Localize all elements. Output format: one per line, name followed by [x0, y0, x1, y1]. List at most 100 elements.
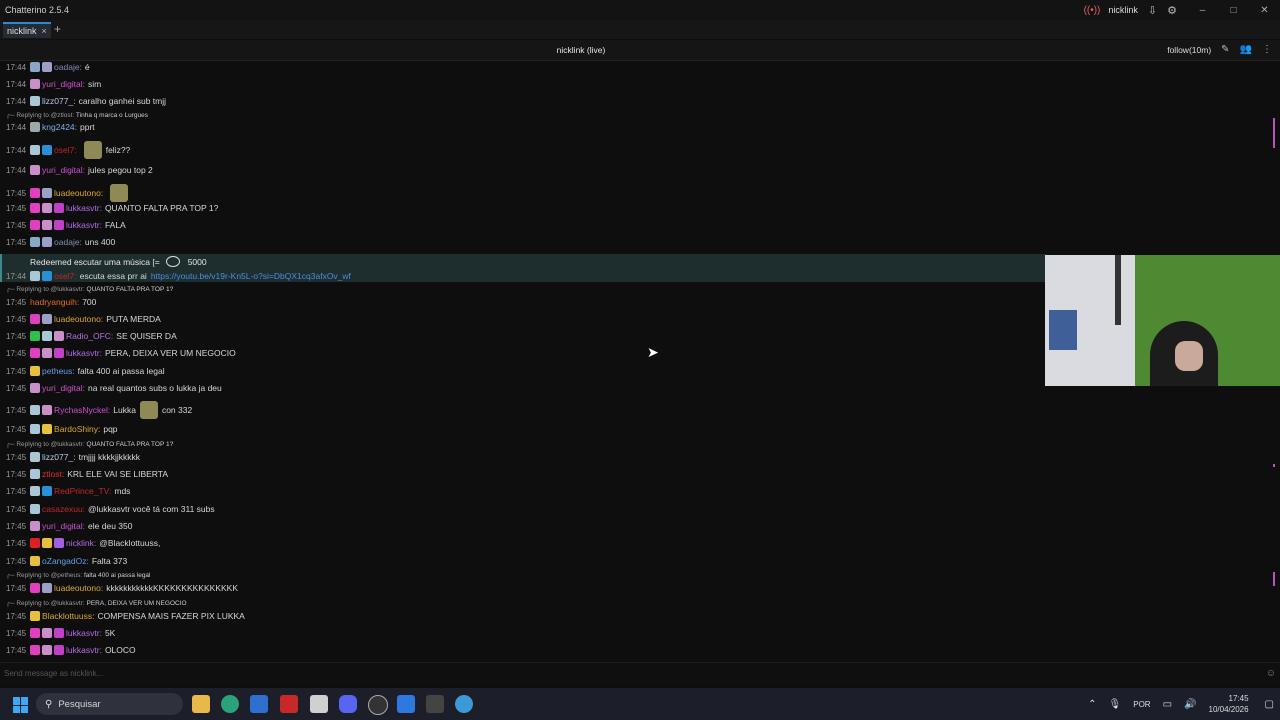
chat-message[interactable]: 17:45 yuri_digital: na real quantos subs o…: [6, 381, 222, 395]
stream-preview[interactable]: [1045, 255, 1280, 386]
edge-browser-icon[interactable]: [221, 695, 239, 713]
user-badge-icon[interactable]: [30, 237, 41, 247]
username[interactable]: yuri_digital:: [42, 165, 85, 175]
user-badge-icon[interactable]: [42, 583, 53, 593]
app-icon-5[interactable]: [310, 695, 328, 713]
username[interactable]: luadeoutono:: [54, 314, 103, 324]
user-badge-icon[interactable]: [30, 366, 41, 376]
file-explorer-icon[interactable]: [192, 695, 210, 713]
discord-icon[interactable]: [339, 695, 357, 713]
user-badge-icon[interactable]: [30, 314, 41, 324]
username[interactable]: yuri_digital:: [42, 521, 85, 531]
user-badge-icon[interactable]: [30, 62, 41, 72]
network-icon[interactable]: ▭: [1163, 699, 1172, 710]
username[interactable]: RedPrince_TV:: [54, 486, 111, 496]
username[interactable]: oZangadOz:: [42, 556, 89, 566]
username[interactable]: luadeoutono:: [54, 188, 103, 198]
user-badge-icon[interactable]: [30, 188, 41, 198]
username[interactable]: casazexuu:: [42, 504, 85, 514]
app-icon-8[interactable]: [397, 695, 415, 713]
user-badge-icon[interactable]: [30, 521, 41, 531]
tab-nicklink[interactable]: nicklink ×: [3, 22, 51, 38]
add-tab-button[interactable]: +: [54, 22, 61, 36]
emoji-icon[interactable]: ☺: [1266, 668, 1276, 679]
settings-gear-icon[interactable]: ⚙: [1167, 4, 1177, 17]
user-badge-icon[interactable]: [30, 424, 41, 434]
app-icon-3[interactable]: [250, 695, 268, 713]
chat-message[interactable]: 17:45 ztlost: KRL ELE VAI SE LIBERTA: [6, 467, 168, 481]
chat-message[interactable]: 17:44 oadaje: é: [6, 60, 90, 74]
user-badge-icon[interactable]: [42, 538, 53, 548]
emote-icon[interactable]: [139, 401, 158, 419]
username[interactable]: petheus:: [42, 366, 75, 376]
username[interactable]: lukkasvtr:: [66, 220, 102, 230]
username[interactable]: osel7:: [54, 271, 77, 281]
chevron-up-icon[interactable]: ⌃: [1088, 699, 1096, 710]
user-badge-icon[interactable]: [30, 504, 41, 514]
edit-icon[interactable]: ✎: [1221, 44, 1229, 55]
username[interactable]: RychasNyckel:: [54, 405, 110, 415]
chat-message[interactable]: 17:45 BardoShiny: pqp: [6, 422, 118, 436]
username[interactable]: luadeoutono:: [54, 583, 103, 593]
username[interactable]: hadryanguih:: [30, 297, 79, 307]
viewers-icon[interactable]: 👥: [1240, 44, 1252, 55]
chat-message[interactable]: 17:44 osel7: feliz??: [6, 140, 130, 160]
user-badge-icon[interactable]: [42, 424, 53, 434]
user-badge-icon[interactable]: [42, 628, 53, 638]
user-badge-icon[interactable]: [42, 331, 53, 341]
reply-context[interactable]: ╭─ Replying to @lukkasvtr: PERA, DEIXA V…: [6, 599, 187, 609]
username[interactable]: osel7:: [54, 145, 77, 155]
chat-message[interactable]: 17:44 yuri_digital: jules pegou top 2: [6, 163, 153, 177]
user-badge-icon[interactable]: [30, 165, 41, 175]
username[interactable]: lukkasvtr:: [66, 645, 102, 655]
chat-message[interactable]: 17:45 lukkasvtr: 5K: [6, 626, 115, 640]
chat-message[interactable]: 17:44 lizz077_: caralho ganhei sub tmjj: [6, 94, 166, 108]
user-badge-icon[interactable]: [54, 203, 65, 213]
chat-message[interactable]: 17:44 kng2424: pprt: [6, 120, 95, 134]
user-badge-icon[interactable]: [30, 556, 41, 566]
chat-message[interactable]: 17:45 luadeoutono: PUTA MERDA: [6, 312, 161, 326]
chat-message[interactable]: 17:45 Blacklottuuss: COMPENSA MAIS FAZER P…: [6, 609, 245, 623]
chat-message[interactable]: 17:45 oZangadOz: Falta 373: [6, 554, 127, 568]
user-badge-icon[interactable]: [30, 122, 41, 132]
reply-context[interactable]: ╭─ Replying to @petheus: falta 400 ai pa…: [6, 571, 151, 581]
update-icon[interactable]: ⇩: [1148, 4, 1157, 17]
user-badge-icon[interactable]: [42, 203, 53, 213]
user-badge-icon[interactable]: [30, 348, 41, 358]
volume-icon[interactable]: 🔊: [1184, 699, 1196, 710]
user-badge-icon[interactable]: [42, 348, 53, 358]
taskbar-search[interactable]: ⚲ Pesquisar: [36, 693, 183, 715]
minimize-button[interactable]: –: [1187, 5, 1218, 16]
message-link[interactable]: https://youtu.be/v19r-Kn5L-o?si=DbQX1cq3…: [151, 271, 351, 281]
username[interactable]: lizz077_:: [42, 452, 76, 462]
chat-message[interactable]: 17:44 osel7: escuta essa prr ai https://you…: [6, 269, 351, 283]
user-badge-icon[interactable]: [30, 96, 41, 106]
user-badge-icon[interactable]: [42, 188, 53, 198]
chat-message[interactable]: 17:45 yuri_digital: ele deu 350: [6, 519, 132, 533]
reply-context[interactable]: ╭─ Replying to @lukkasvtr: QUANTO FALTA …: [6, 440, 173, 450]
chat-message[interactable]: 17:45 casazexuu: @lukkasvtr você tá com 31…: [6, 502, 215, 516]
clock[interactable]: 17:45 10/04/2026: [1209, 693, 1249, 715]
user-badge-icon[interactable]: [30, 628, 41, 638]
user-badge-icon[interactable]: [42, 645, 53, 655]
windows-start-icon[interactable]: [13, 697, 29, 713]
user-badge-icon[interactable]: [42, 237, 53, 247]
user-badge-icon[interactable]: [54, 331, 65, 341]
username[interactable]: lukkasvtr:: [66, 348, 102, 358]
user-badge-icon[interactable]: [30, 331, 41, 341]
microphone-icon[interactable]: 🎙: [1109, 699, 1122, 710]
user-badge-icon[interactable]: [30, 405, 41, 415]
username[interactable]: oadaje:: [54, 62, 82, 72]
chat-message[interactable]: 17:45 lukkasvtr: FALA: [6, 218, 126, 232]
user-badge-icon[interactable]: [30, 145, 41, 155]
user-badge-icon[interactable]: [30, 538, 41, 548]
chat-message[interactable]: 17:45 lukkasvtr: QUANTO FALTA PRA TOP 1?: [6, 201, 218, 215]
user-badge-icon[interactable]: [30, 486, 41, 496]
app-icon-4[interactable]: [280, 695, 298, 713]
chat-message[interactable]: 17:45 nicklink: @Blacklottuuss,: [6, 536, 160, 550]
chat-message[interactable]: 17:45 oadaje: uns 400: [6, 235, 115, 249]
user-badge-icon[interactable]: [30, 220, 41, 230]
username[interactable]: Blacklottuuss:: [42, 611, 94, 621]
more-menu-icon[interactable]: ⋮: [1262, 44, 1272, 55]
chat-message[interactable]: 17:45 RychasNyckel: Lukka con 332: [6, 400, 192, 420]
